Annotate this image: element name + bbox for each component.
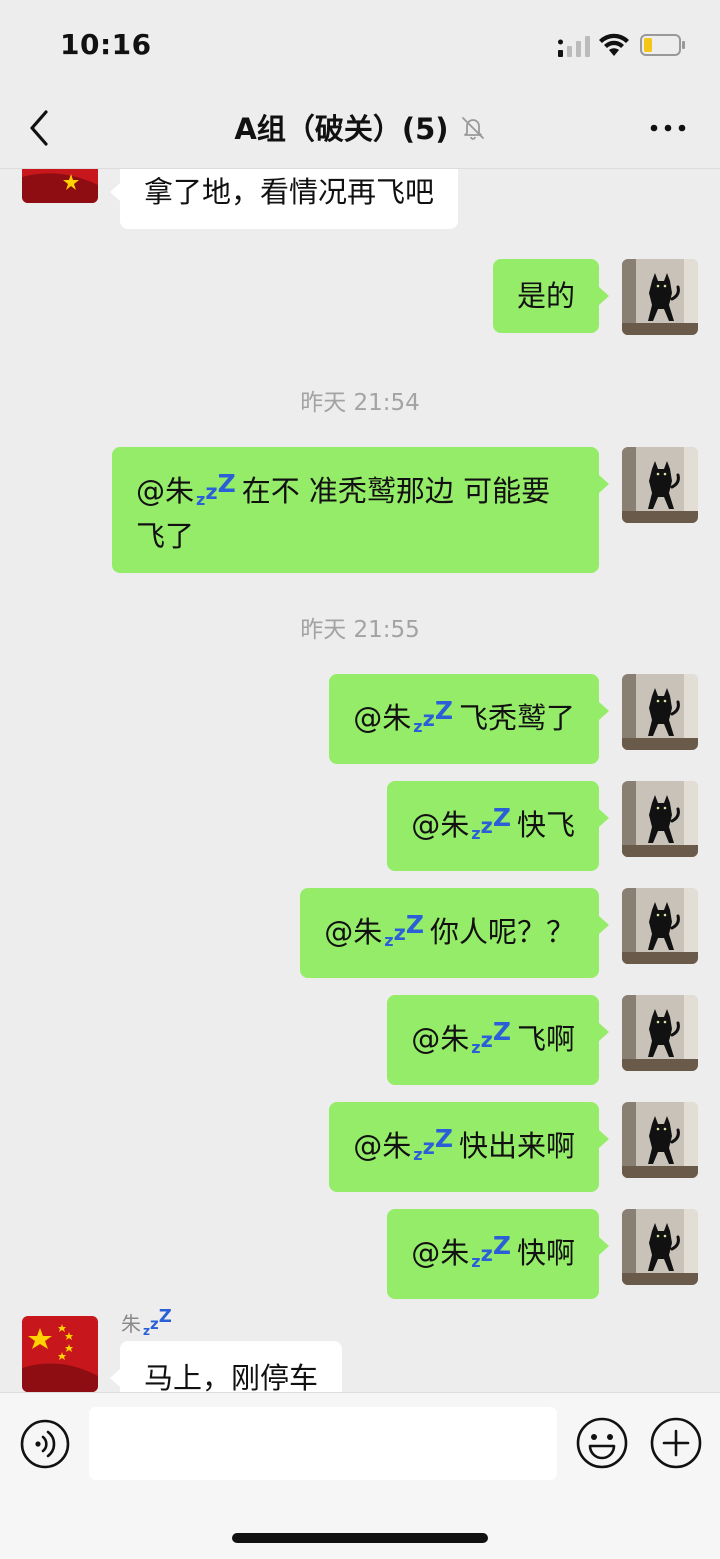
title-wrap: A组（破关）(5)	[0, 90, 720, 168]
contact-avatar[interactable]	[22, 169, 98, 203]
sleep-zzz-icon: zzZ	[413, 1124, 453, 1164]
sender-name: 朱 zzZ	[121, 1306, 178, 1338]
mention-name: @朱	[353, 701, 412, 735]
home-indicator	[232, 1533, 488, 1543]
message-text: 是的	[516, 279, 575, 313]
my-avatar[interactable]	[622, 781, 698, 857]
mention-name: @朱	[353, 1129, 412, 1163]
my-avatar[interactable]	[622, 259, 698, 335]
nav-bar: A组（破关）(5)	[0, 90, 720, 169]
chat-title: A组（破关）(5)	[234, 112, 449, 146]
signal-icon	[558, 36, 590, 57]
my-avatar[interactable]	[622, 1102, 698, 1178]
my-avatar[interactable]	[622, 995, 698, 1071]
voice-input-icon[interactable]	[20, 1419, 70, 1469]
message-text: 飞秃鹫了	[458, 701, 575, 735]
mute-bell-icon	[461, 117, 484, 140]
sleep-zzz-icon: zzZ	[384, 910, 424, 950]
mention-name: @朱	[411, 1022, 470, 1056]
wifi-icon	[599, 33, 629, 56]
timestamp: 昨天 21:55	[300, 617, 420, 643]
my-avatar[interactable]	[622, 1209, 698, 1285]
message-bubble[interactable]: 是的	[492, 259, 610, 333]
sleep-zzz-icon: zzZ	[471, 1017, 511, 1057]
my-avatar[interactable]	[622, 888, 698, 964]
sleep-zzz-icon: zzZ	[471, 1231, 511, 1271]
message-text: 飞啊	[516, 1022, 575, 1056]
message-text: 你人呢？？	[429, 915, 575, 949]
message-bubble[interactable]: @朱 zzZ 快出来啊	[329, 1102, 609, 1192]
message-bubble[interactable]: @朱 zzZ 在不 准秃鹫那边 可能要飞了	[112, 447, 609, 573]
mention-name: @朱	[411, 1236, 470, 1270]
emoji-icon[interactable]	[576, 1417, 628, 1469]
chat-message-list[interactable]: 拿了地，看情况再飞吧 是的 昨天 21:54 @朱 zzZ 在不 准秃鹫那边 可能要…	[0, 169, 720, 1392]
message-text: 快飞	[516, 808, 575, 842]
sleep-zzz-icon: zzZ	[471, 803, 511, 843]
sleep-zzz-icon: zzZ	[196, 469, 236, 509]
my-avatar[interactable]	[622, 447, 698, 523]
status-bar: 10:16	[0, 0, 720, 90]
my-avatar[interactable]	[622, 674, 698, 750]
message-bubble[interactable]: 拿了地，看情况再飞吧	[109, 169, 459, 229]
message-bubble[interactable]: @朱 zzZ 飞啊	[387, 995, 609, 1085]
mention-name: @朱	[324, 915, 383, 949]
more-icon[interactable]	[648, 116, 688, 140]
contact-avatar[interactable]	[22, 1316, 98, 1392]
message-bubble[interactable]: 马上，刚停车	[109, 1341, 343, 1392]
timestamp: 昨天 21:54	[300, 390, 420, 416]
message-input[interactable]	[89, 1407, 557, 1480]
message-bubble[interactable]: @朱 zzZ 快啊	[387, 1209, 609, 1299]
message-bubble[interactable]: @朱 zzZ 你人呢？？	[300, 888, 609, 978]
battery-icon	[640, 34, 685, 56]
sleep-zzz-icon: zzZ	[413, 696, 453, 736]
message-bubble[interactable]: @朱 zzZ 快飞	[387, 781, 609, 871]
mention-name: @朱	[411, 808, 470, 842]
sleep-zzz-icon: zzZ	[143, 1306, 172, 1338]
message-text: 快啊	[516, 1236, 575, 1270]
message-text: 马上，刚停车	[144, 1361, 319, 1392]
status-time: 10:16	[60, 28, 152, 61]
message-text: 快出来啊	[458, 1129, 575, 1163]
message-bubble[interactable]: @朱 zzZ 飞秃鹫了	[329, 674, 609, 764]
mention-name: @朱	[136, 474, 195, 508]
sender-name-text: 朱	[121, 1312, 141, 1336]
plus-icon[interactable]	[650, 1417, 702, 1469]
message-text: 拿了地，看情况再飞吧	[144, 175, 435, 209]
